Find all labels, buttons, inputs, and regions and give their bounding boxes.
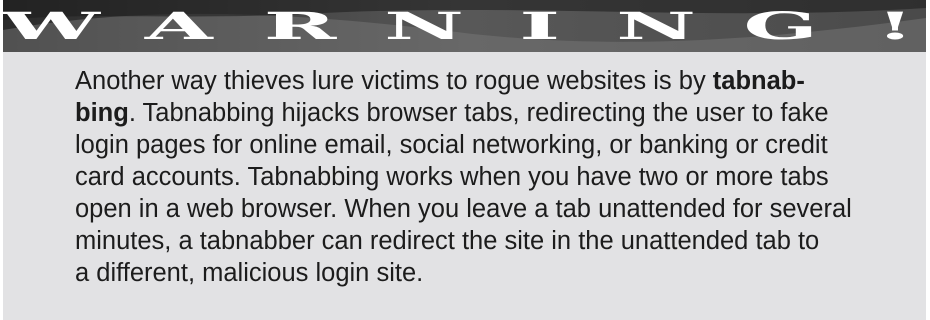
- warning-header: W A R N I N G !: [3, 0, 926, 52]
- warning-title-letter: !: [875, 3, 915, 49]
- body-line-2: bing. Tabnabbing hijacks browser tabs, r…: [75, 99, 829, 127]
- body-line-5: open in a web browser. When you leave a …: [75, 195, 852, 223]
- warning-box: W A R N I N G ! Another way thieves lure…: [3, 0, 926, 320]
- body-line-4: card accounts. Tabnabbing works when you…: [75, 163, 829, 191]
- warning-title-letter: G: [743, 3, 819, 49]
- term-tabnabbing-part-2: bing: [75, 99, 129, 127]
- warning-title-letter: A: [144, 3, 213, 49]
- warning-title-letter: N: [616, 3, 697, 49]
- body-line-7: a different, malicious login site.: [75, 259, 424, 287]
- warning-title-letter: I: [519, 3, 561, 49]
- warning-title-letter: W: [3, 3, 100, 49]
- warning-title-letter: N: [384, 3, 465, 49]
- body-line-1: Another way thieves lure victims to rogu…: [75, 67, 805, 95]
- warning-body-text: Another way thieves lure victims to rogu…: [75, 65, 905, 289]
- term-tabnabbing-part-1: tabnab-: [712, 67, 805, 95]
- body-line-6: minutes, a tabnabber can redirect the si…: [75, 227, 820, 255]
- body-line-3: login pages for online email, social net…: [75, 131, 828, 159]
- warning-title-letter: R: [263, 3, 337, 49]
- warning-title: W A R N I N G !: [3, 0, 914, 52]
